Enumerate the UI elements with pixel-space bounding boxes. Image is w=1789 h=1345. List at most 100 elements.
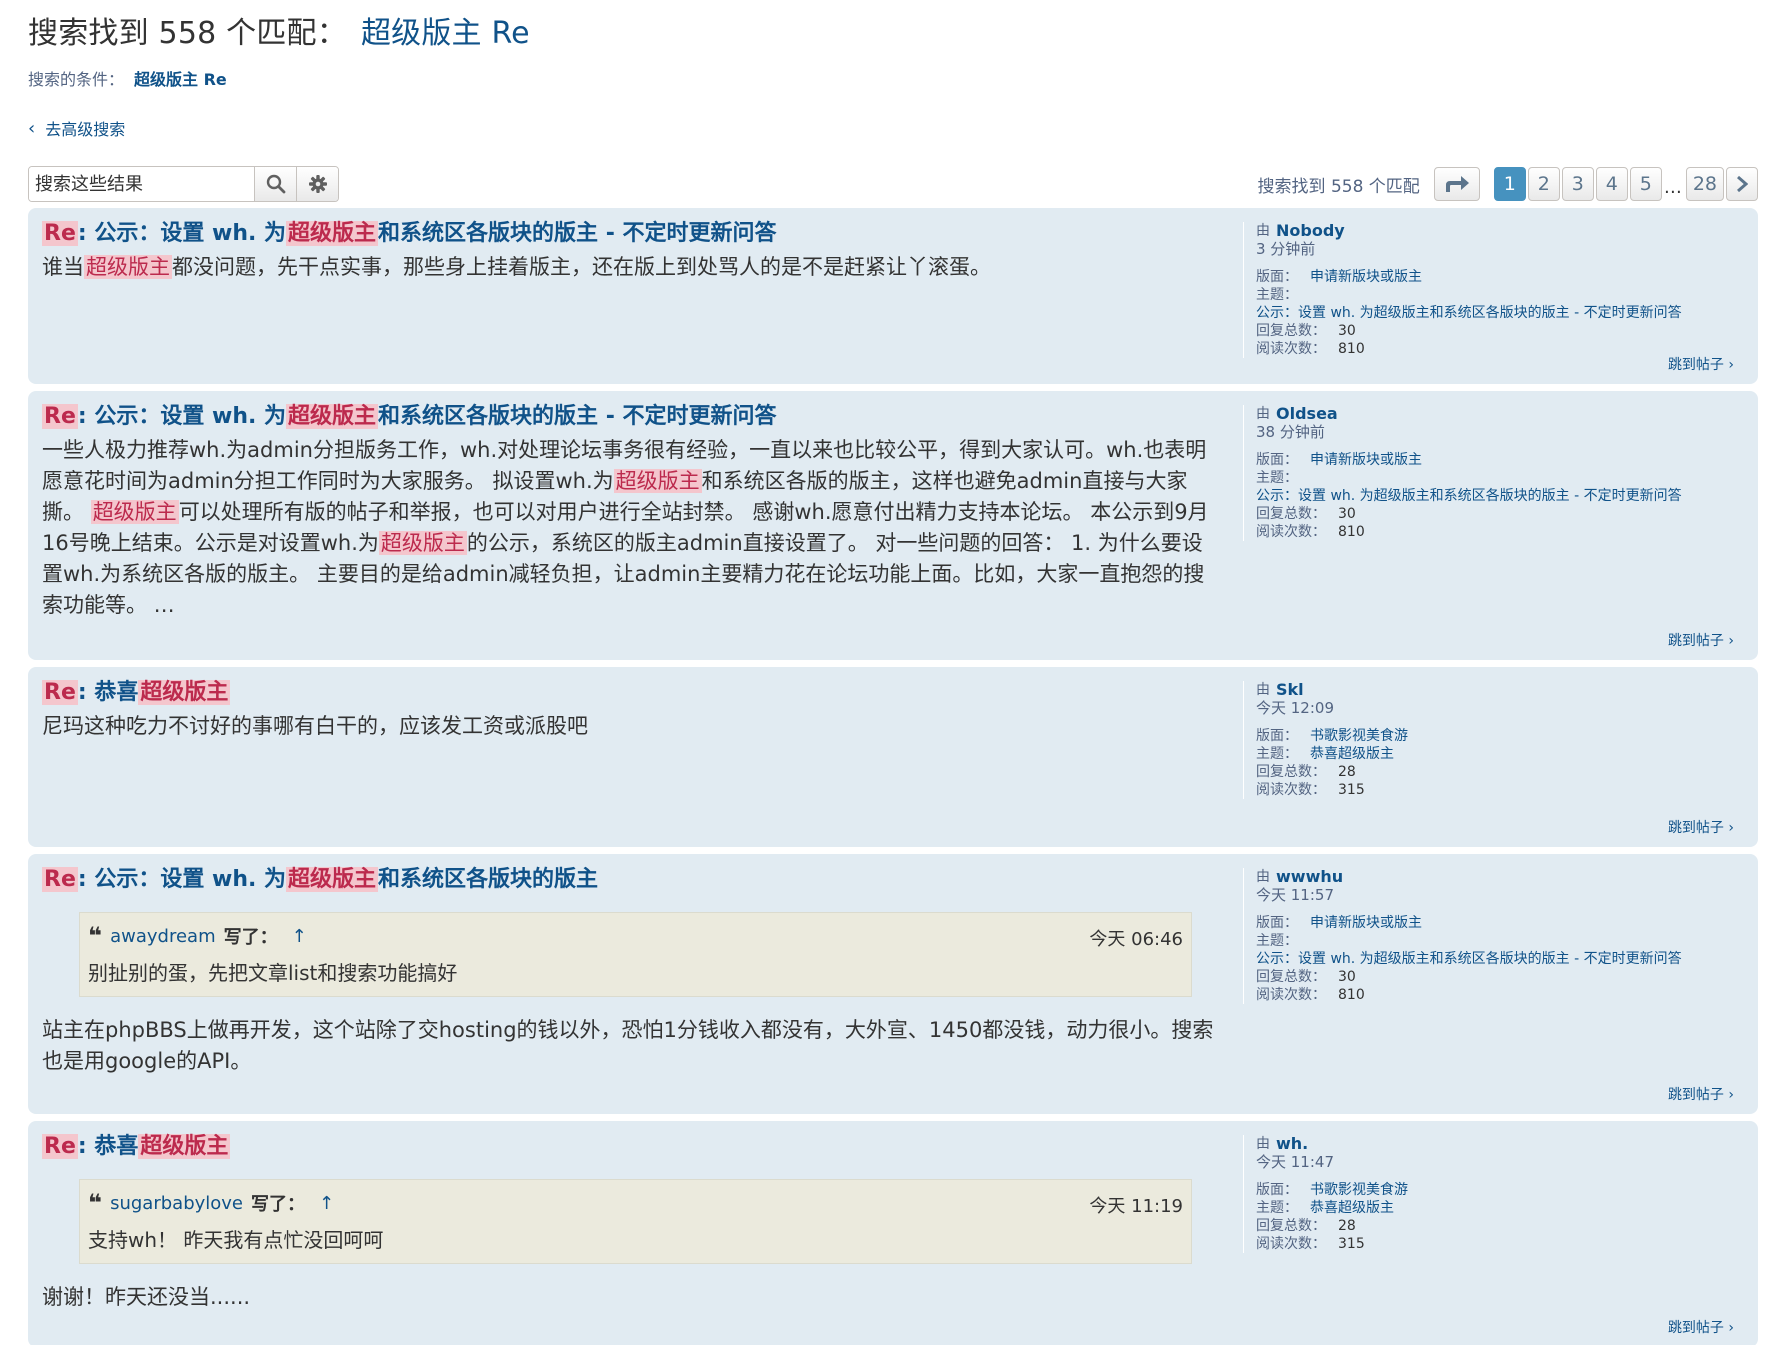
post-content: 一些人极力推荐wh.为admin分担版务工作，wh.对处理论坛事务很有经验，一直… — [42, 435, 1222, 621]
page-2[interactable]: 2 — [1527, 167, 1560, 201]
arrow-up-icon[interactable]: ↑ — [319, 1193, 334, 1214]
page-ellipsis: … — [1663, 177, 1682, 198]
replies-label: 回复总数： — [1256, 969, 1326, 985]
replies-label: 回复总数： — [1256, 506, 1326, 522]
page-5[interactable]: 5 — [1629, 167, 1662, 201]
author-link[interactable]: Skl — [1276, 681, 1304, 699]
re-highlight: Re — [42, 867, 78, 892]
topic-label: 主题： — [1256, 287, 1298, 303]
quote-author-link[interactable]: awaydream — [110, 926, 216, 947]
author-link[interactable]: Oldsea — [1276, 405, 1338, 423]
title-prefix: 搜索找到 558 个匹配： — [28, 16, 347, 51]
topic-link[interactable]: 恭喜超级版主 — [1310, 1200, 1394, 1216]
views-label: 阅读次数： — [1256, 782, 1326, 798]
search-input[interactable] — [29, 167, 254, 201]
title-pre: 恭喜 — [94, 1134, 139, 1159]
quote-author-link[interactable]: sugarbabylove — [110, 1193, 243, 1214]
author-link[interactable]: Nobody — [1276, 222, 1345, 240]
title-colon: : — [77, 404, 95, 429]
re-highlight: Re — [42, 404, 78, 429]
page-title: 搜索找到 558 个匹配： 超级版主 Re — [28, 8, 1758, 52]
user-icon: 由 — [1256, 682, 1270, 698]
post-time: 38 分钟前 — [1256, 423, 1325, 441]
replies-label: 回复总数： — [1256, 323, 1326, 339]
forum-label: 版面： — [1256, 269, 1298, 285]
post-content: 谁当超级版主都没问题，先干点实事，那些身上挂着版主，还在版上到处骂人的是不是赶紧… — [42, 252, 1222, 283]
search-result-post: Re: 公示：设置 wh. 为超级版主和系统区各版块的版主 - 不定时更新问答 … — [28, 391, 1758, 660]
content-highlight: 超级版主 — [378, 531, 467, 555]
forum-link[interactable]: 书歌影视美食游 — [1310, 1182, 1408, 1198]
title-highlight: 超级版主 — [286, 867, 379, 892]
page-3[interactable]: 3 — [1561, 167, 1594, 201]
forum-link[interactable]: 申请新版块或版主 — [1310, 915, 1422, 931]
post-meta: 由 Oldsea 38 分钟前 版面： 申请新版块或版主 主题： 公示：设置 wh.… — [1243, 405, 1743, 541]
advanced-search-link[interactable]: ‹ 去高级搜索 — [28, 116, 1758, 140]
topic-label: 主题： — [1256, 1200, 1298, 1216]
gear-icon — [308, 175, 327, 193]
action-bar: 搜索找到 558 个匹配 1 2 3 4 5 … 28 — [28, 166, 1758, 202]
author-link[interactable]: wh. — [1276, 1135, 1308, 1153]
next-page-button[interactable] — [1726, 167, 1758, 201]
title-pre: 公示：设置 wh. 为 — [94, 404, 287, 429]
forum-link[interactable]: 申请新版块或版主 — [1310, 269, 1422, 285]
re-highlight: Re — [42, 680, 78, 705]
post-meta: 由 Nobody 3 分钟前 版面： 申请新版块或版主 主题： 公示：设置 wh. … — [1243, 222, 1743, 358]
replies-count: 28 — [1338, 1218, 1356, 1234]
quote-block: ❝ sugarbabylove 写了： ↑ 今天 11:19 支持wh！ 昨天我… — [79, 1179, 1192, 1264]
post-title-link[interactable]: Re: 公示：设置 wh. 为超级版主和系统区各版块的版主 - 不定时更新问答 — [42, 220, 1222, 248]
title-keyword-link[interactable]: 超级版主 Re — [361, 16, 530, 51]
forum-label: 版面： — [1256, 452, 1298, 468]
jump-to-post-link[interactable]: 跳到帖子 › — [1668, 817, 1734, 837]
topic-link[interactable]: 公示：设置 wh. 为超级版主和系统区各版块的版主 - 不定时更新问答 — [1256, 951, 1682, 967]
post-title-link[interactable]: Re: 公示：设置 wh. 为超级版主和系统区各版块的版主 - 不定时更新问答 — [42, 403, 1222, 431]
post-title-link[interactable]: Re: 恭喜超级版主 — [42, 679, 1222, 707]
jump-to-post-link[interactable]: 跳到帖子 › — [1668, 1317, 1734, 1337]
views-count: 810 — [1338, 524, 1365, 540]
title-pre: 公示：设置 wh. 为 — [94, 867, 287, 892]
content-highlight: 超级版主 — [84, 255, 172, 279]
quote-icon: ❝ — [88, 922, 103, 950]
results-list: Re: 公示：设置 wh. 为超级版主和系统区各版块的版主 - 不定时更新问答 … — [28, 208, 1758, 1345]
criteria-value: 超级版主 Re — [134, 70, 227, 89]
replies-count: 30 — [1338, 969, 1356, 985]
post-content: 站主在phpBBS上做再开发，这个站除了交hosting的钱以外，恐怕1分钱收入… — [42, 1018, 1214, 1073]
title-post: 和系统区各版块的版主 - 不定时更新问答 — [378, 404, 777, 429]
content-highlight: 超级版主 — [90, 500, 179, 524]
views-label: 阅读次数： — [1256, 1236, 1326, 1252]
forum-link[interactable]: 书歌影视美食游 — [1310, 728, 1408, 744]
content-text: 都没问题，先干点实事，那些身上挂着版主，还在版上到处骂人的是不是赶紧让丫滚蛋。 — [172, 255, 991, 279]
title-pre: 恭喜 — [94, 680, 139, 705]
arrow-up-icon[interactable]: ↑ — [292, 926, 307, 947]
replies-count: 30 — [1338, 506, 1356, 522]
jump-to-post-link[interactable]: 跳到帖子 › — [1668, 354, 1734, 374]
post-meta: 由 Skl 今天 12:09 版面： 书歌影视美食游 主题： 恭喜超级版主 回复总数：… — [1243, 681, 1743, 799]
replies-label: 回复总数： — [1256, 764, 1326, 780]
quote-wrote-label: 写了： — [251, 1194, 306, 1215]
criteria-label: 搜索的条件： — [28, 70, 125, 89]
views-count: 810 — [1338, 987, 1365, 1003]
author-link[interactable]: wwwhu — [1276, 868, 1343, 886]
page-last[interactable]: 28 — [1685, 167, 1724, 201]
post-time: 今天 12:09 — [1256, 699, 1334, 717]
search-within-results — [28, 166, 339, 202]
title-post: 和系统区各版块的版主 — [378, 867, 599, 892]
post-title-link[interactable]: Re: 公示：设置 wh. 为超级版主和系统区各版块的版主 — [42, 866, 1222, 894]
user-icon: 由 — [1256, 223, 1270, 239]
jump-to-page-button[interactable] — [1433, 167, 1480, 201]
topic-link[interactable]: 公示：设置 wh. 为超级版主和系统区各版块的版主 - 不定时更新问答 — [1256, 488, 1682, 504]
jump-to-post-link[interactable]: 跳到帖子 › — [1668, 1084, 1734, 1104]
topic-link[interactable]: 公示：设置 wh. 为超级版主和系统区各版块的版主 - 不定时更新问答 — [1256, 305, 1682, 321]
pagination: 搜索找到 558 个匹配 1 2 3 4 5 … 28 — [1258, 166, 1758, 202]
post-meta: 由 wwwhu 今天 11:57 版面： 申请新版块或版主 主题： 公示：设置 wh… — [1243, 868, 1743, 1004]
topic-link[interactable]: 恭喜超级版主 — [1310, 746, 1394, 762]
jump-to-post-link[interactable]: 跳到帖子 › — [1668, 630, 1734, 650]
page-4[interactable]: 4 — [1595, 167, 1628, 201]
forum-link[interactable]: 申请新版块或版主 — [1310, 452, 1422, 468]
page-1[interactable]: 1 — [1493, 167, 1526, 201]
replies-label: 回复总数： — [1256, 1218, 1326, 1234]
title-colon: : — [77, 867, 95, 892]
advanced-search-button[interactable] — [296, 167, 338, 201]
search-button[interactable] — [254, 167, 296, 201]
title-colon: : — [77, 680, 95, 705]
post-title-link[interactable]: Re: 恭喜超级版主 — [42, 1133, 1222, 1161]
